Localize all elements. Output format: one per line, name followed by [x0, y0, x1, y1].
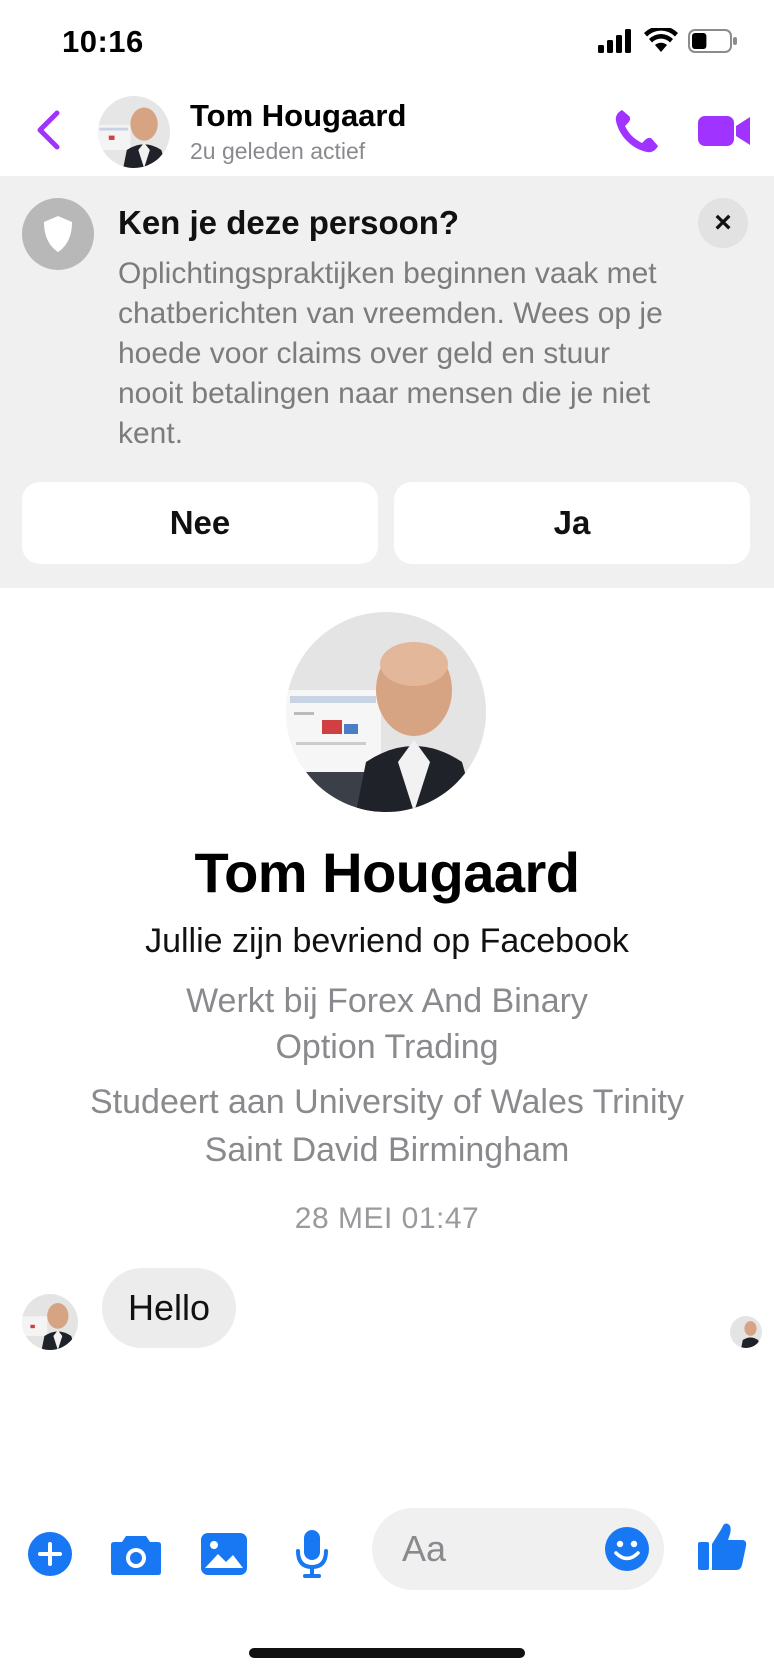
avatar-photo: [98, 96, 170, 168]
plus-circle-icon[interactable]: [24, 1528, 76, 1580]
yes-button[interactable]: Ja: [394, 482, 750, 564]
status-bar: 10:16: [0, 0, 774, 88]
video-call-button[interactable]: [696, 108, 752, 154]
profile-photo[interactable]: [286, 612, 486, 812]
friends-status: Jullie zijn bevriend op Facebook: [145, 922, 629, 960]
sender-avatar[interactable]: [22, 1294, 78, 1350]
avatar-photo: [22, 1294, 78, 1350]
phone-icon: [615, 110, 658, 153]
emoji-icon[interactable]: [604, 1526, 650, 1572]
message-composer: [0, 1500, 774, 1610]
microphone-icon[interactable]: [286, 1528, 338, 1580]
shield-icon: [22, 198, 94, 270]
work-info: Werkt bij Forex And Binary Option Tradin…: [186, 982, 588, 1066]
banner-description: Oplichtingspraktijken beginnen vaak met …: [118, 257, 663, 450]
header-name[interactable]: Tom Hougaard: [190, 98, 406, 134]
profile-name: Tom Hougaard: [194, 841, 580, 904]
call-button[interactable]: [612, 106, 662, 156]
message-bubble[interactable]: Hello: [102, 1268, 237, 1348]
avatar-photo: [730, 1316, 762, 1348]
read-receipt-avatar: [730, 1316, 762, 1348]
chat-header: Tom Hougaard 2u geleden actief: [0, 88, 774, 176]
video-camera-icon: [698, 116, 750, 146]
banner-title: Ken je deze persoon?: [118, 204, 460, 241]
thumbs-up-icon[interactable]: [694, 1518, 750, 1574]
back-chevron-icon: [37, 110, 60, 150]
home-indicator[interactable]: [249, 1648, 525, 1658]
scam-warning-banner: Ken je deze persoon? × Oplichtingsprakti…: [0, 176, 774, 588]
avatar-photo: [286, 612, 486, 812]
status-time: 10:16: [62, 24, 144, 59]
signal-icon: [598, 29, 631, 53]
image-icon[interactable]: [198, 1528, 250, 1580]
header-avatar[interactable]: [98, 96, 170, 168]
education-info: Studeert aan University of Wales Trinity…: [90, 1083, 684, 1169]
message-input-container: [372, 1508, 664, 1590]
battery-icon: [688, 29, 737, 53]
camera-icon[interactable]: [110, 1528, 162, 1580]
wifi-icon: [644, 28, 678, 52]
status-icons: [598, 28, 738, 54]
header-active-status: 2u geleden actief: [190, 138, 366, 164]
message-input[interactable]: [402, 1508, 582, 1590]
close-icon[interactable]: ×: [698, 198, 748, 248]
no-button[interactable]: Nee: [22, 482, 378, 564]
message-timestamp: 28 MEI 01:47: [294, 1202, 480, 1235]
back-button[interactable]: [30, 106, 66, 154]
